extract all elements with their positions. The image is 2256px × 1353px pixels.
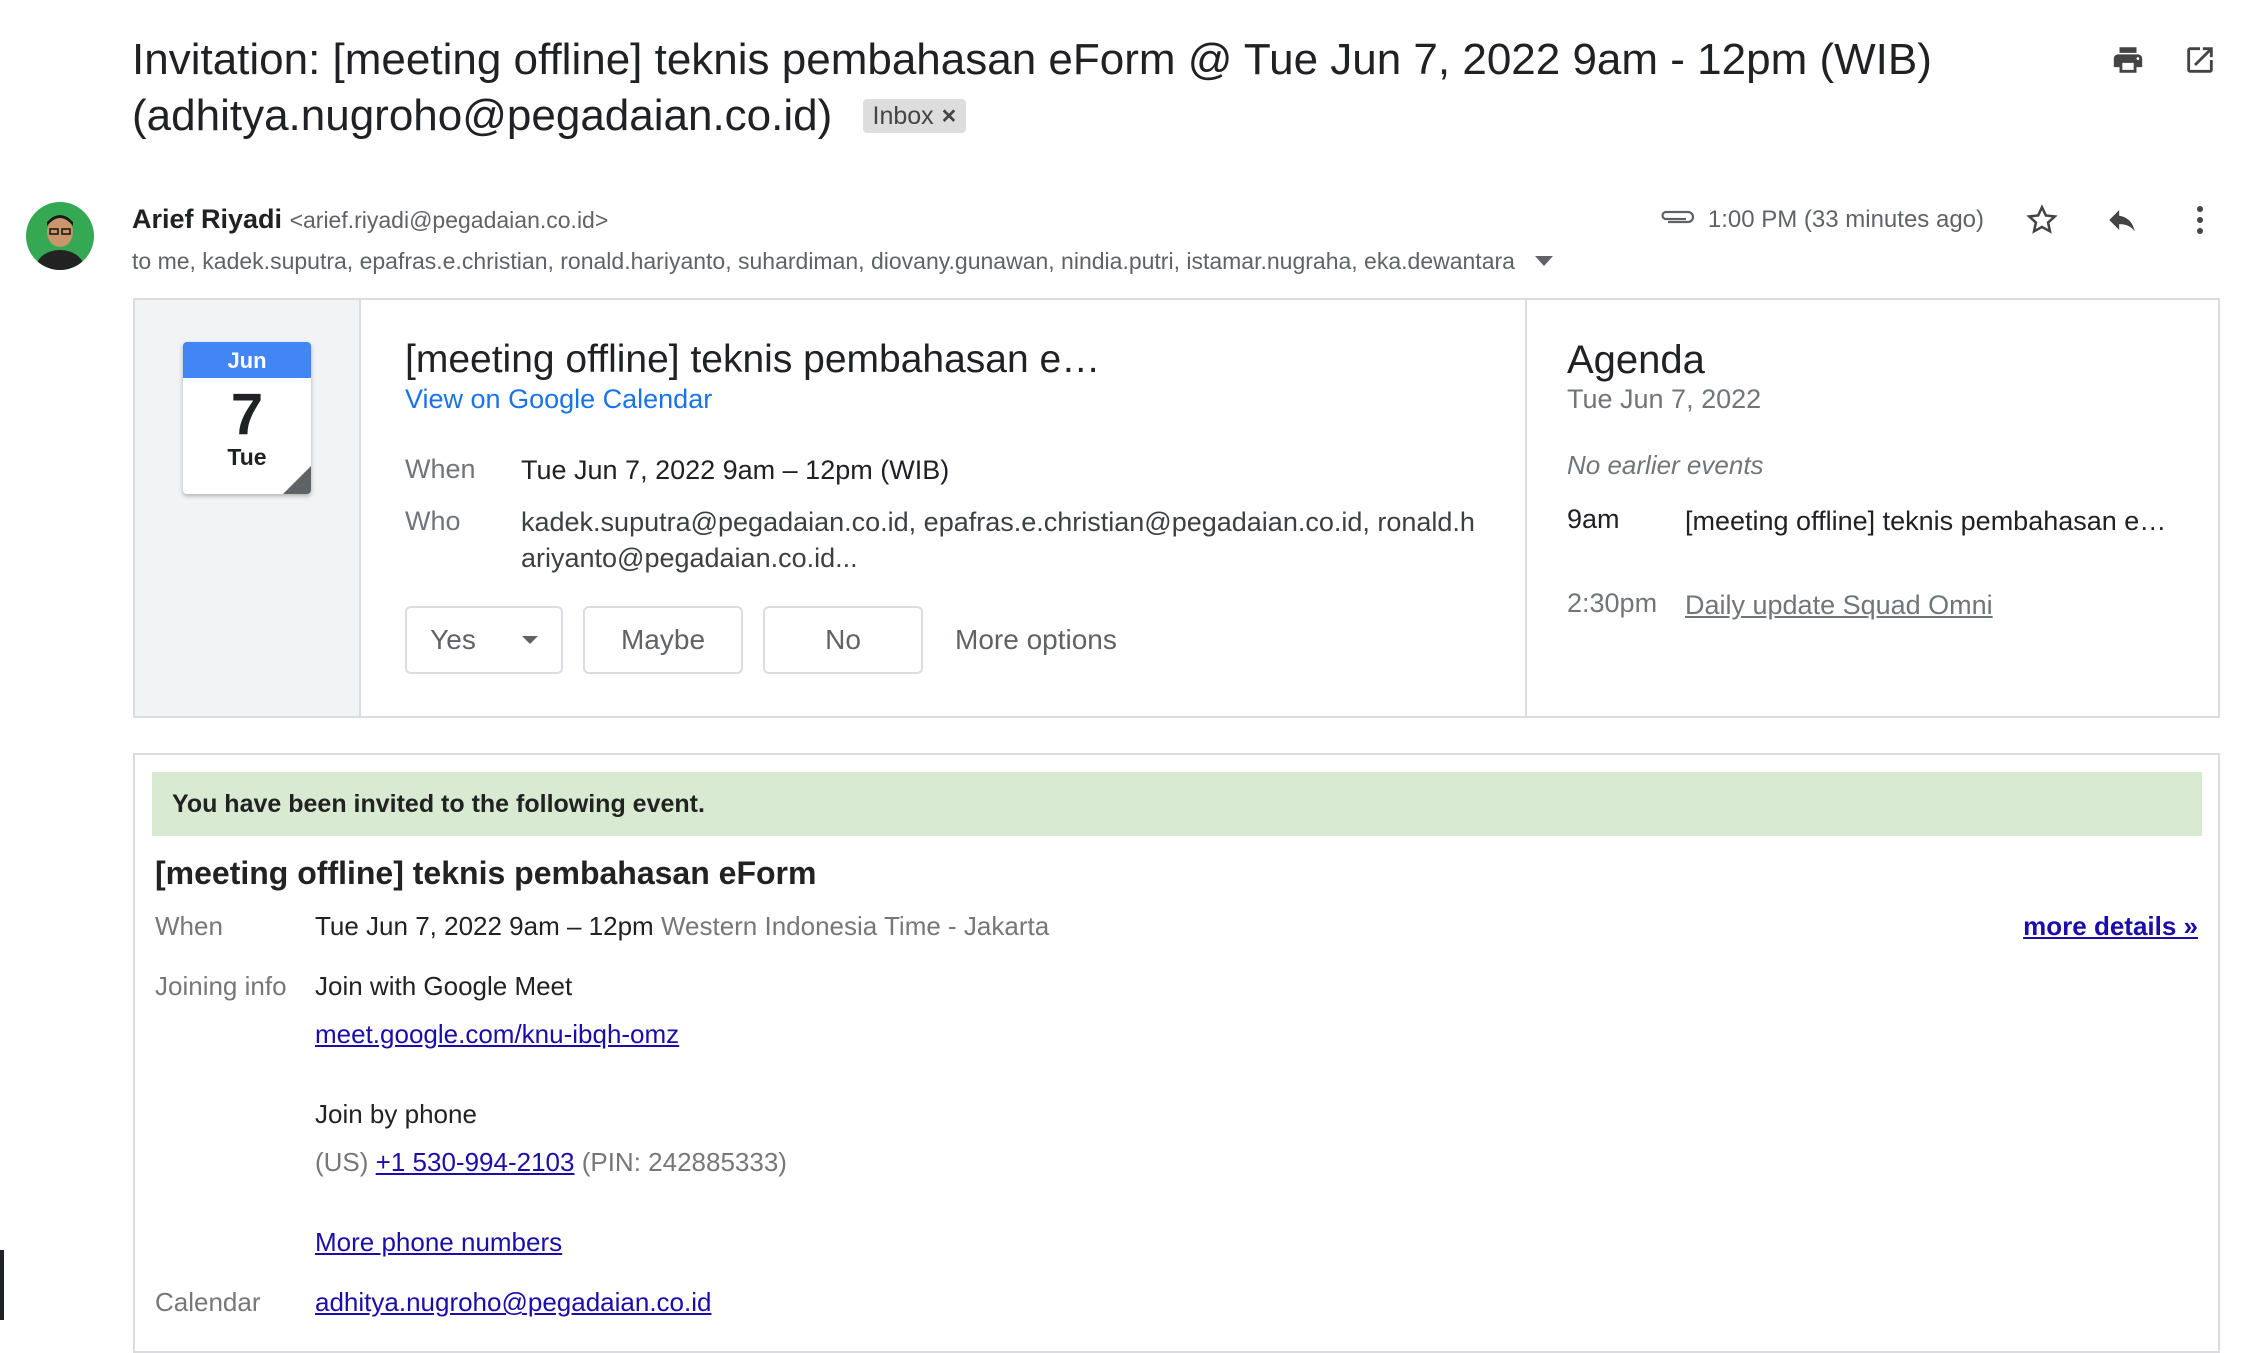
invite-details: [meeting offline] teknis pembahasan e… V… [361, 300, 1527, 716]
print-icon[interactable] [2104, 36, 2152, 84]
rsvp-buttons: Yes Maybe No More options [405, 606, 1117, 674]
rsvp-no-button[interactable]: No [763, 606, 923, 674]
calendar-day: 7 [230, 382, 264, 447]
join-phone-text: Join by phone [315, 1099, 477, 1129]
yes-button-group: Yes [405, 606, 563, 674]
body-when-time: Tue Jun 7, 2022 9am – 12pm [315, 911, 654, 941]
sender-avatar[interactable] [26, 202, 94, 270]
event-title: [meeting offline] teknis pembahasan e… [405, 338, 1101, 381]
body-when-label: When [155, 911, 223, 941]
reply-icon[interactable] [2098, 196, 2146, 244]
recipients-text: to me, kadek.suputra, epafras.e.christia… [132, 248, 1515, 274]
agenda-panel: Agenda Tue Jun 7, 2022 No earlier events… [1527, 300, 2218, 716]
page-fold-icon [283, 466, 311, 494]
body-when-timezone: Western Indonesia Time - Jakarta [660, 911, 1050, 941]
phone-number-link[interactable]: +1 530-994-2103 [376, 1147, 575, 1177]
calendar-month: Jun [183, 342, 311, 378]
phone-pin: (PIN: 242885333) [581, 1147, 787, 1177]
who-value[interactable]: kadek.suputra@pegadaian.co.id, epafras.e… [521, 504, 1481, 576]
open-in-new-window-icon[interactable] [2176, 36, 2224, 84]
remove-label-icon[interactable]: × [942, 102, 957, 130]
when-value: Tue Jun 7, 2022 9am – 12pm (WIB) [521, 455, 950, 485]
inbox-label-chip[interactable]: Inbox × [862, 99, 967, 133]
star-icon[interactable] [2018, 196, 2066, 244]
meet-link[interactable]: meet.google.com/knu-ibqh-omz [315, 1019, 679, 1049]
time-text: 1:00 PM (33 minutes ago) [1707, 206, 1984, 233]
calendar-date-icon: Jun 7 Tue [183, 342, 311, 494]
agenda-event-title: [meeting offline] teknis pembahasan e… [1685, 506, 2167, 536]
window-edge [0, 1250, 4, 1320]
calendar-email-link[interactable]: adhitya.nugroho@pegadaian.co.id [315, 1287, 711, 1317]
message-time: 1:00 PM (33 minutes ago) [1660, 206, 1984, 234]
agenda-event-time: 2:30pm [1567, 588, 1658, 618]
agenda-event-link[interactable]: Daily update Squad Omni [1685, 588, 2185, 623]
more-details-link[interactable]: more details » [2023, 911, 2198, 942]
inbox-label-text: Inbox [872, 102, 934, 130]
show-details-icon[interactable] [1535, 256, 1554, 266]
more-options-link[interactable]: More options [955, 624, 1117, 656]
when-label: When [405, 454, 476, 484]
invite-date-panel: Jun 7 Tue [135, 300, 361, 716]
email-body: You have been invited to the following e… [133, 753, 2220, 1353]
joining-info-label: Joining info [155, 971, 287, 1001]
body-event-title: [meeting offline] teknis pembahasan eFor… [155, 855, 817, 891]
body-when-value: Tue Jun 7, 2022 9am – 12pm Western Indon… [315, 911, 1049, 942]
agenda-date: Tue Jun 7, 2022 [1567, 384, 1762, 414]
subject-text: Invitation: [meeting offline] teknis pem… [132, 35, 1932, 140]
view-on-google-calendar-link[interactable]: View on Google Calendar [405, 384, 712, 415]
email-subject: Invitation: [meeting offline] teknis pem… [132, 32, 1952, 144]
agenda-title: Agenda [1567, 338, 1705, 382]
chevron-down-icon [522, 636, 538, 644]
agenda-event-time: 9am [1567, 504, 1620, 534]
sender-email: <arief.riyadi@pegadaian.co.id> [289, 207, 609, 233]
who-label: Who [405, 506, 461, 536]
sender-line: Arief Riyadi <arief.riyadi@pegadaian.co.… [132, 204, 608, 235]
calendar-invite-card: Jun 7 Tue [meeting offline] teknis pemba… [133, 298, 2220, 718]
no-earlier-events: No earlier events [1567, 450, 1764, 480]
phone-line: (US) +1 530-994-2103 (PIN: 242885333) [315, 1147, 787, 1178]
attachment-icon [1660, 206, 1696, 234]
rsvp-maybe-button[interactable]: Maybe [583, 606, 743, 674]
invitation-banner: You have been invited to the following e… [152, 772, 2202, 836]
rsvp-yes-button[interactable]: Yes [405, 606, 501, 674]
more-phone-numbers-link[interactable]: More phone numbers [315, 1227, 562, 1257]
recipients-line[interactable]: to me, kadek.suputra, epafras.e.christia… [132, 248, 1554, 275]
rsvp-yes-dropdown[interactable] [499, 606, 563, 674]
join-meet-text: Join with Google Meet [315, 971, 573, 1001]
phone-country: (US) [315, 1147, 369, 1177]
sender-name[interactable]: Arief Riyadi [132, 204, 282, 234]
calendar-label: Calendar [155, 1287, 261, 1317]
more-vert-icon[interactable] [2176, 196, 2224, 244]
